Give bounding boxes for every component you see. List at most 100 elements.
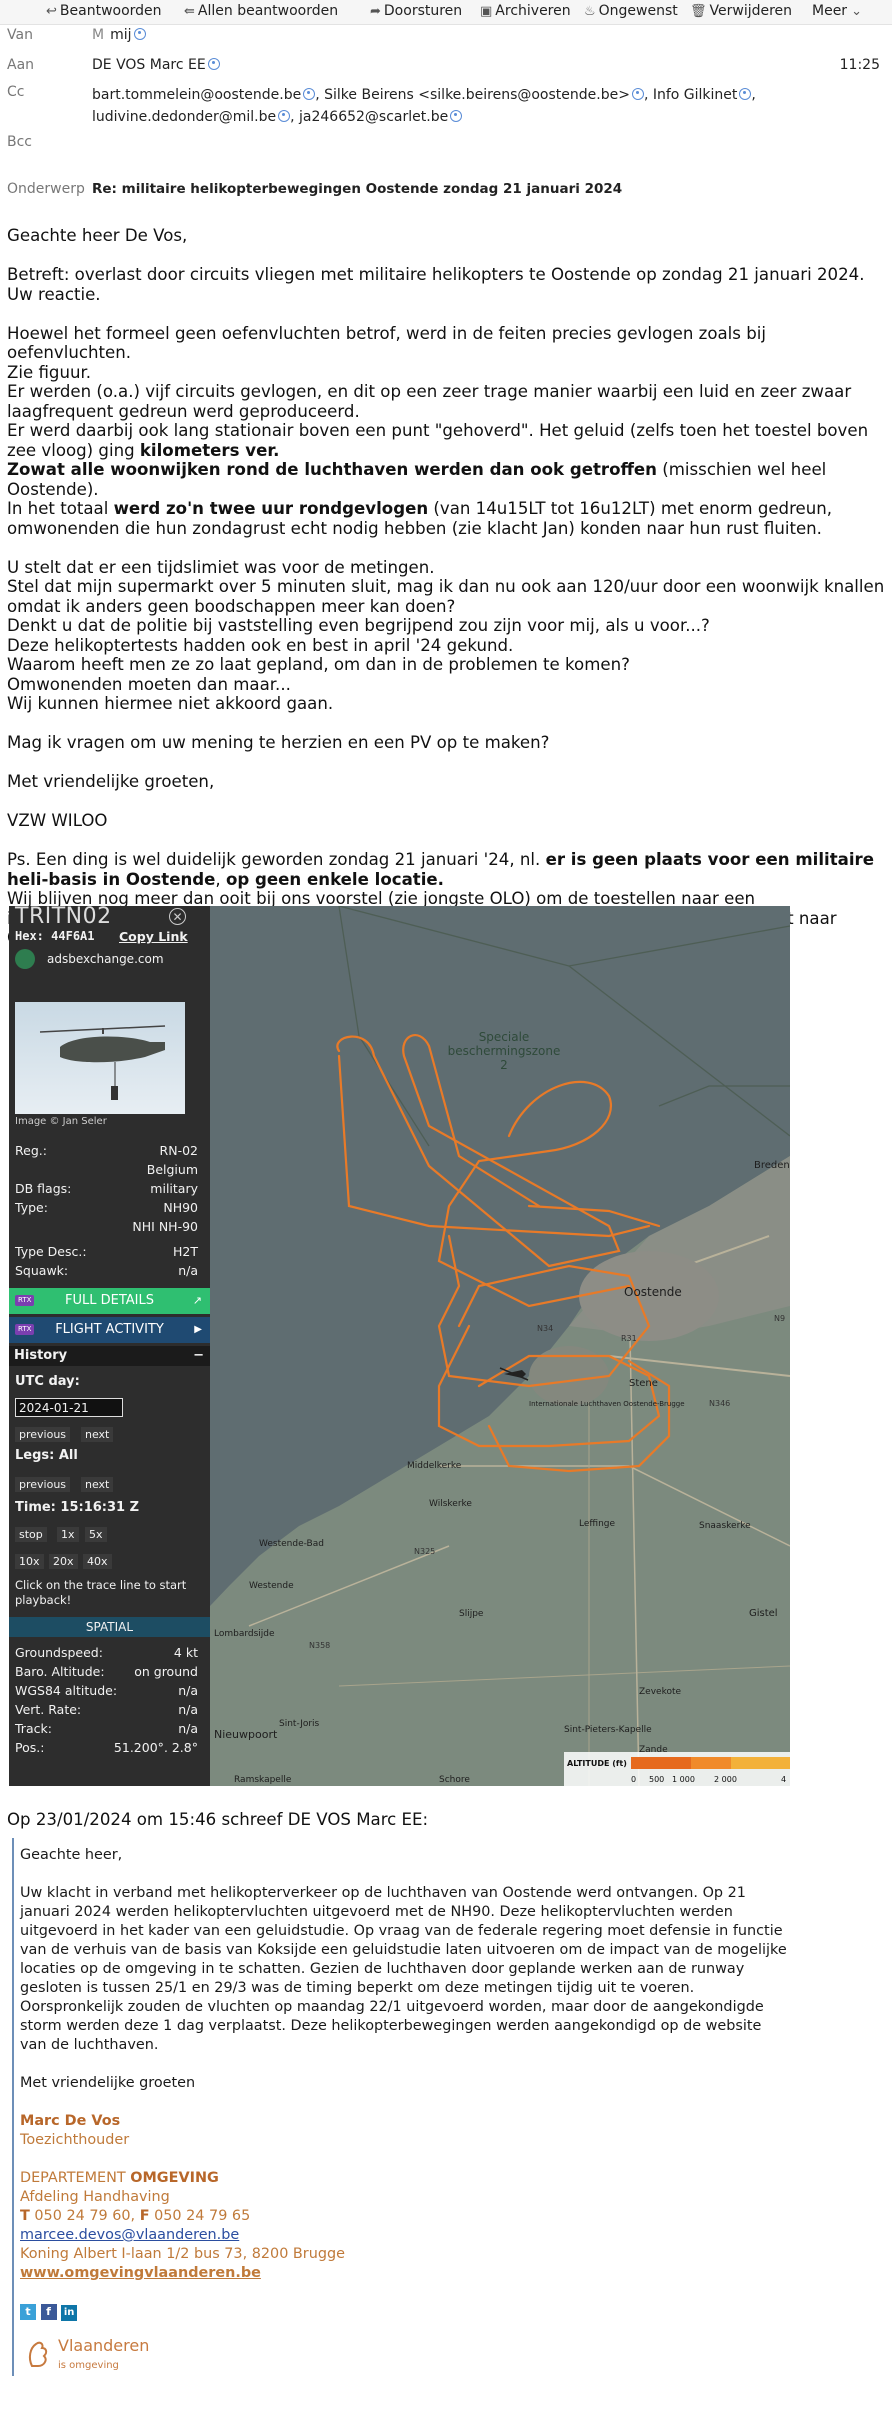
previous-day-button[interactable]: previous	[15, 1427, 71, 1442]
reply-all-button[interactable]: ⇚ Allen beantwoorden	[184, 3, 338, 19]
spatial-header[interactable]: SPATIAL	[9, 1617, 210, 1637]
town-label: Leffinge	[579, 1519, 616, 1529]
town-label: Middelkerke	[407, 1461, 462, 1471]
town-label: Wilskerke	[429, 1499, 472, 1509]
adsbx-logo-icon	[15, 949, 35, 969]
flight-activity-button[interactable]: RTX FLIGHT ACTIVITY ▶	[9, 1317, 210, 1343]
forward-button[interactable]: ➦ Doorsturen	[370, 3, 462, 19]
junk-button[interactable]: ♨ Ongewenst	[584, 3, 678, 19]
next-leg-button[interactable]: next	[81, 1477, 114, 1492]
signature-name: Marc De Vos	[20, 2113, 121, 2129]
quoted-message: Geachte heer, Uw klacht in verband met h…	[20, 1846, 790, 2374]
playback-hint: Click on the trace line to start playbac…	[15, 1578, 187, 1607]
town-label: Sint-Pieters-Kapelle	[564, 1725, 652, 1735]
contact-icon	[207, 58, 220, 70]
stop-button[interactable]: stop	[15, 1527, 47, 1542]
quote-header: Op 23/01/2024 om 15:46 schreef DE VOS Ma…	[7, 1810, 429, 1829]
speed-40x-button[interactable]: 40x	[83, 1554, 112, 1569]
cc-recipient[interactable]: bart.tommelein@oostende.be	[92, 87, 301, 103]
zone-label: Speciale	[479, 1030, 530, 1044]
speed-20x-button[interactable]: 20x	[49, 1554, 78, 1569]
playback-time: Time: 15:16:31 Z	[15, 1500, 140, 1515]
position: 51.200°, 2.8°	[113, 1740, 198, 1752]
delete-button[interactable]: 🗑 Verwijderen	[690, 3, 792, 19]
close-icon[interactable]: ✕	[169, 908, 186, 925]
archive-button[interactable]: ▣ Archiveren	[480, 3, 571, 19]
reply-all-icon: ⇚	[184, 4, 195, 19]
history-header[interactable]: History −	[9, 1346, 210, 1366]
speed-1x-button[interactable]: 1x	[57, 1527, 79, 1542]
reply-button[interactable]: ↩ Beantwoorden	[46, 3, 162, 19]
svg-text:ALTITUDE (ft): ALTITUDE (ft)	[567, 1759, 627, 1768]
callsign: TRITN02	[15, 906, 112, 929]
registration: RN-02	[159, 1143, 198, 1158]
junk-icon: ♨	[584, 4, 596, 19]
speed-10x-button[interactable]: 10x	[15, 1554, 44, 1569]
contact-icon	[278, 110, 291, 122]
town-label: Schore	[439, 1775, 470, 1785]
social-icons: t f in	[20, 2302, 790, 2321]
town-label: Zevekote	[639, 1687, 681, 1697]
greeting: Geachte heer De Vos,	[7, 226, 188, 245]
linkedin-icon[interactable]: in	[61, 2305, 78, 2321]
speed-5x-button[interactable]: 5x	[85, 1527, 107, 1542]
trash-icon: 🗑	[690, 4, 707, 19]
cc-recipient[interactable]: ja246652@scarlet.be	[299, 109, 448, 125]
chevron-right-icon: ▶	[194, 1324, 202, 1335]
date-input[interactable]: 2024-01-21	[15, 1398, 123, 1417]
twitter-icon[interactable]: t	[20, 2304, 36, 2320]
svg-text:4: 4	[781, 1775, 786, 1784]
contact-icon	[450, 110, 463, 122]
contact-icon	[303, 88, 316, 100]
lion-logo-icon	[28, 2341, 48, 2367]
vlaanderen-logo: Vlaanderen is omgeving	[20, 2334, 790, 2374]
source-link[interactable]: adsbexchange.com	[47, 952, 164, 966]
zone-label: beschermingszone	[448, 1044, 561, 1058]
squawk: n/a	[178, 1263, 198, 1278]
aircraft-type-full: NHI NH-90	[132, 1219, 198, 1234]
svg-text:2 000: 2 000	[714, 1775, 737, 1784]
road-label: N358	[309, 1641, 330, 1650]
town-label: Bredene	[754, 1160, 790, 1171]
archive-icon: ▣	[480, 4, 493, 19]
chevron-down-icon: ⌄	[851, 4, 862, 19]
more-button[interactable]: Meer ⌄	[812, 3, 865, 19]
reply-icon: ↩	[46, 4, 57, 19]
copy-link[interactable]: Copy Link	[119, 929, 188, 944]
road-label: N9	[774, 1314, 785, 1323]
road-label: N34	[537, 1324, 553, 1333]
next-day-button[interactable]: next	[81, 1427, 114, 1442]
cc-recipient[interactable]: Silke Beirens <silke.beirens@oostende.be…	[324, 87, 630, 103]
full-details-button[interactable]: RTX FULL DETAILS ↗	[9, 1288, 210, 1314]
aircraft-info-panel: TRITN02 ✕ Hex: 44F6A1 Copy Link adsbexch…	[9, 906, 210, 1786]
contact-icon	[739, 88, 752, 100]
svg-text:0: 0	[631, 1775, 636, 1784]
message-body: Geachte heer De Vos, Betreft: overlast d…	[7, 226, 887, 948]
sender-name[interactable]: mij	[110, 27, 131, 43]
facebook-icon[interactable]: f	[40, 2304, 57, 2320]
signature-website-link[interactable]: www.omgevingvlaanderen.be	[20, 2265, 261, 2281]
cc-recipient[interactable]: Info Gilkinet	[653, 87, 738, 103]
signature-email-link[interactable]: marcee.devos@vlaanderen.be	[20, 2227, 239, 2243]
town-label: Gistel	[749, 1608, 778, 1619]
forward-icon: ➦	[370, 4, 381, 19]
previous-leg-button[interactable]: previous	[15, 1477, 71, 1492]
country: Belgium	[146, 1162, 198, 1177]
zone-label: 2	[500, 1058, 508, 1072]
contact-icon	[133, 28, 146, 40]
road-label: N325	[414, 1547, 435, 1556]
town-label: Stene	[629, 1378, 658, 1389]
aircraft-type: NH90	[163, 1200, 198, 1215]
town-label: Ramskapelle	[234, 1775, 292, 1785]
external-link-icon: ↗	[192, 1294, 202, 1307]
type-desc: H2T	[173, 1244, 198, 1259]
town-label: Nieuwpoort	[214, 1728, 278, 1741]
message-toolbar: ↩ Beantwoorden ⇚ Allen beantwoorden ➦ Doors…	[0, 0, 892, 25]
collapse-icon: −	[193, 1348, 204, 1363]
contact-icon	[631, 88, 644, 100]
recipient-to[interactable]: DE VOS Marc EE	[92, 57, 206, 73]
message-time: 11:25	[839, 57, 880, 73]
town-label: Sint-Joris	[279, 1719, 320, 1729]
cc-recipient[interactable]: ludivine.dedonder@mil.be	[92, 109, 276, 125]
sender-org: VZW WILOO	[7, 811, 108, 830]
